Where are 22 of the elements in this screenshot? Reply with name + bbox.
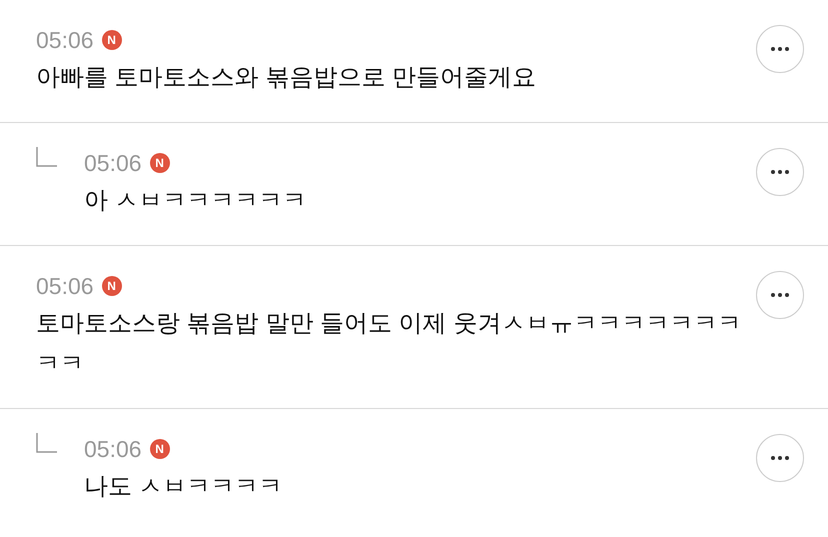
more-icon: [771, 456, 789, 460]
comment-time: 05:06: [36, 26, 94, 54]
more-button[interactable]: [756, 25, 804, 73]
more-button[interactable]: [756, 271, 804, 319]
more-icon: [771, 293, 789, 297]
comment-time: 05:06: [84, 436, 142, 462]
reply-icon: [36, 433, 58, 453]
comment-time: 05:06: [84, 150, 142, 176]
more-button[interactable]: [756, 434, 804, 482]
new-badge: N: [150, 439, 170, 459]
more-button[interactable]: [756, 148, 804, 196]
new-badge: N: [150, 153, 170, 173]
comment-text: 아 ㅅㅂㅋㅋㅋㅋㅋㅋ: [84, 186, 308, 216]
more-icon: [771, 170, 789, 174]
new-badge: N: [102, 276, 122, 296]
comment-text: 나도 ㅅㅂㅋㅋㅋㅋ: [84, 472, 284, 502]
comment-text: 토마토소스랑 볶음밥 말만 들어도 이제 웃겨ㅅㅂㅠㅋㅋㅋㅋㅋㅋㅋㅋㅋ: [36, 309, 742, 379]
comment-time: 05:06: [36, 272, 94, 300]
more-icon: [771, 47, 789, 51]
reply-icon: [36, 147, 58, 167]
comment-text: 아빠를 토마토소스와 볶음밥으로 만들어줄게요: [36, 63, 538, 93]
new-badge: N: [102, 30, 122, 50]
